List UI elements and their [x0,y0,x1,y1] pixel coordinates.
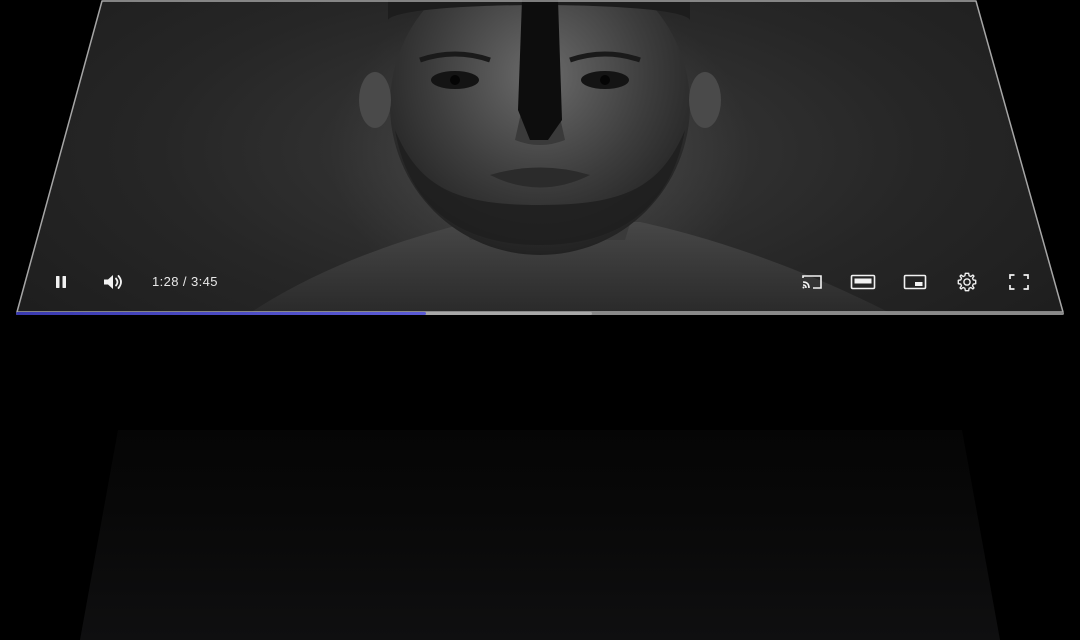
settings-button[interactable] [953,264,981,300]
theater-mode-button[interactable] [849,264,877,300]
pause-button[interactable] [48,264,74,300]
current-time: 1:28 [152,274,179,289]
time-separator: / [178,274,191,289]
settings-gear-icon [957,272,977,292]
miniplayer-button[interactable] [901,264,929,300]
duration-time: 3:45 [190,274,218,289]
theater-mode-icon [850,274,876,290]
volume-button[interactable] [100,264,128,300]
volume-icon [104,275,122,289]
time-display: 1:28 / 3:45 [152,264,218,300]
progress-bar[interactable] [16,312,1064,315]
stage: 1:28 / 3:45 [0,0,1080,640]
cast-button[interactable] [798,264,826,300]
miniplayer-icon [903,274,927,290]
fullscreen-icon [1009,274,1029,290]
fullscreen-button[interactable] [1005,264,1033,300]
player-reflection [80,430,1000,640]
pause-icon [56,276,66,288]
video-player[interactable]: 1:28 / 3:45 [0,0,1080,320]
cast-icon [802,275,822,289]
progress-played [16,312,426,315]
player-controls: 1:28 / 3:45 [0,264,1080,300]
